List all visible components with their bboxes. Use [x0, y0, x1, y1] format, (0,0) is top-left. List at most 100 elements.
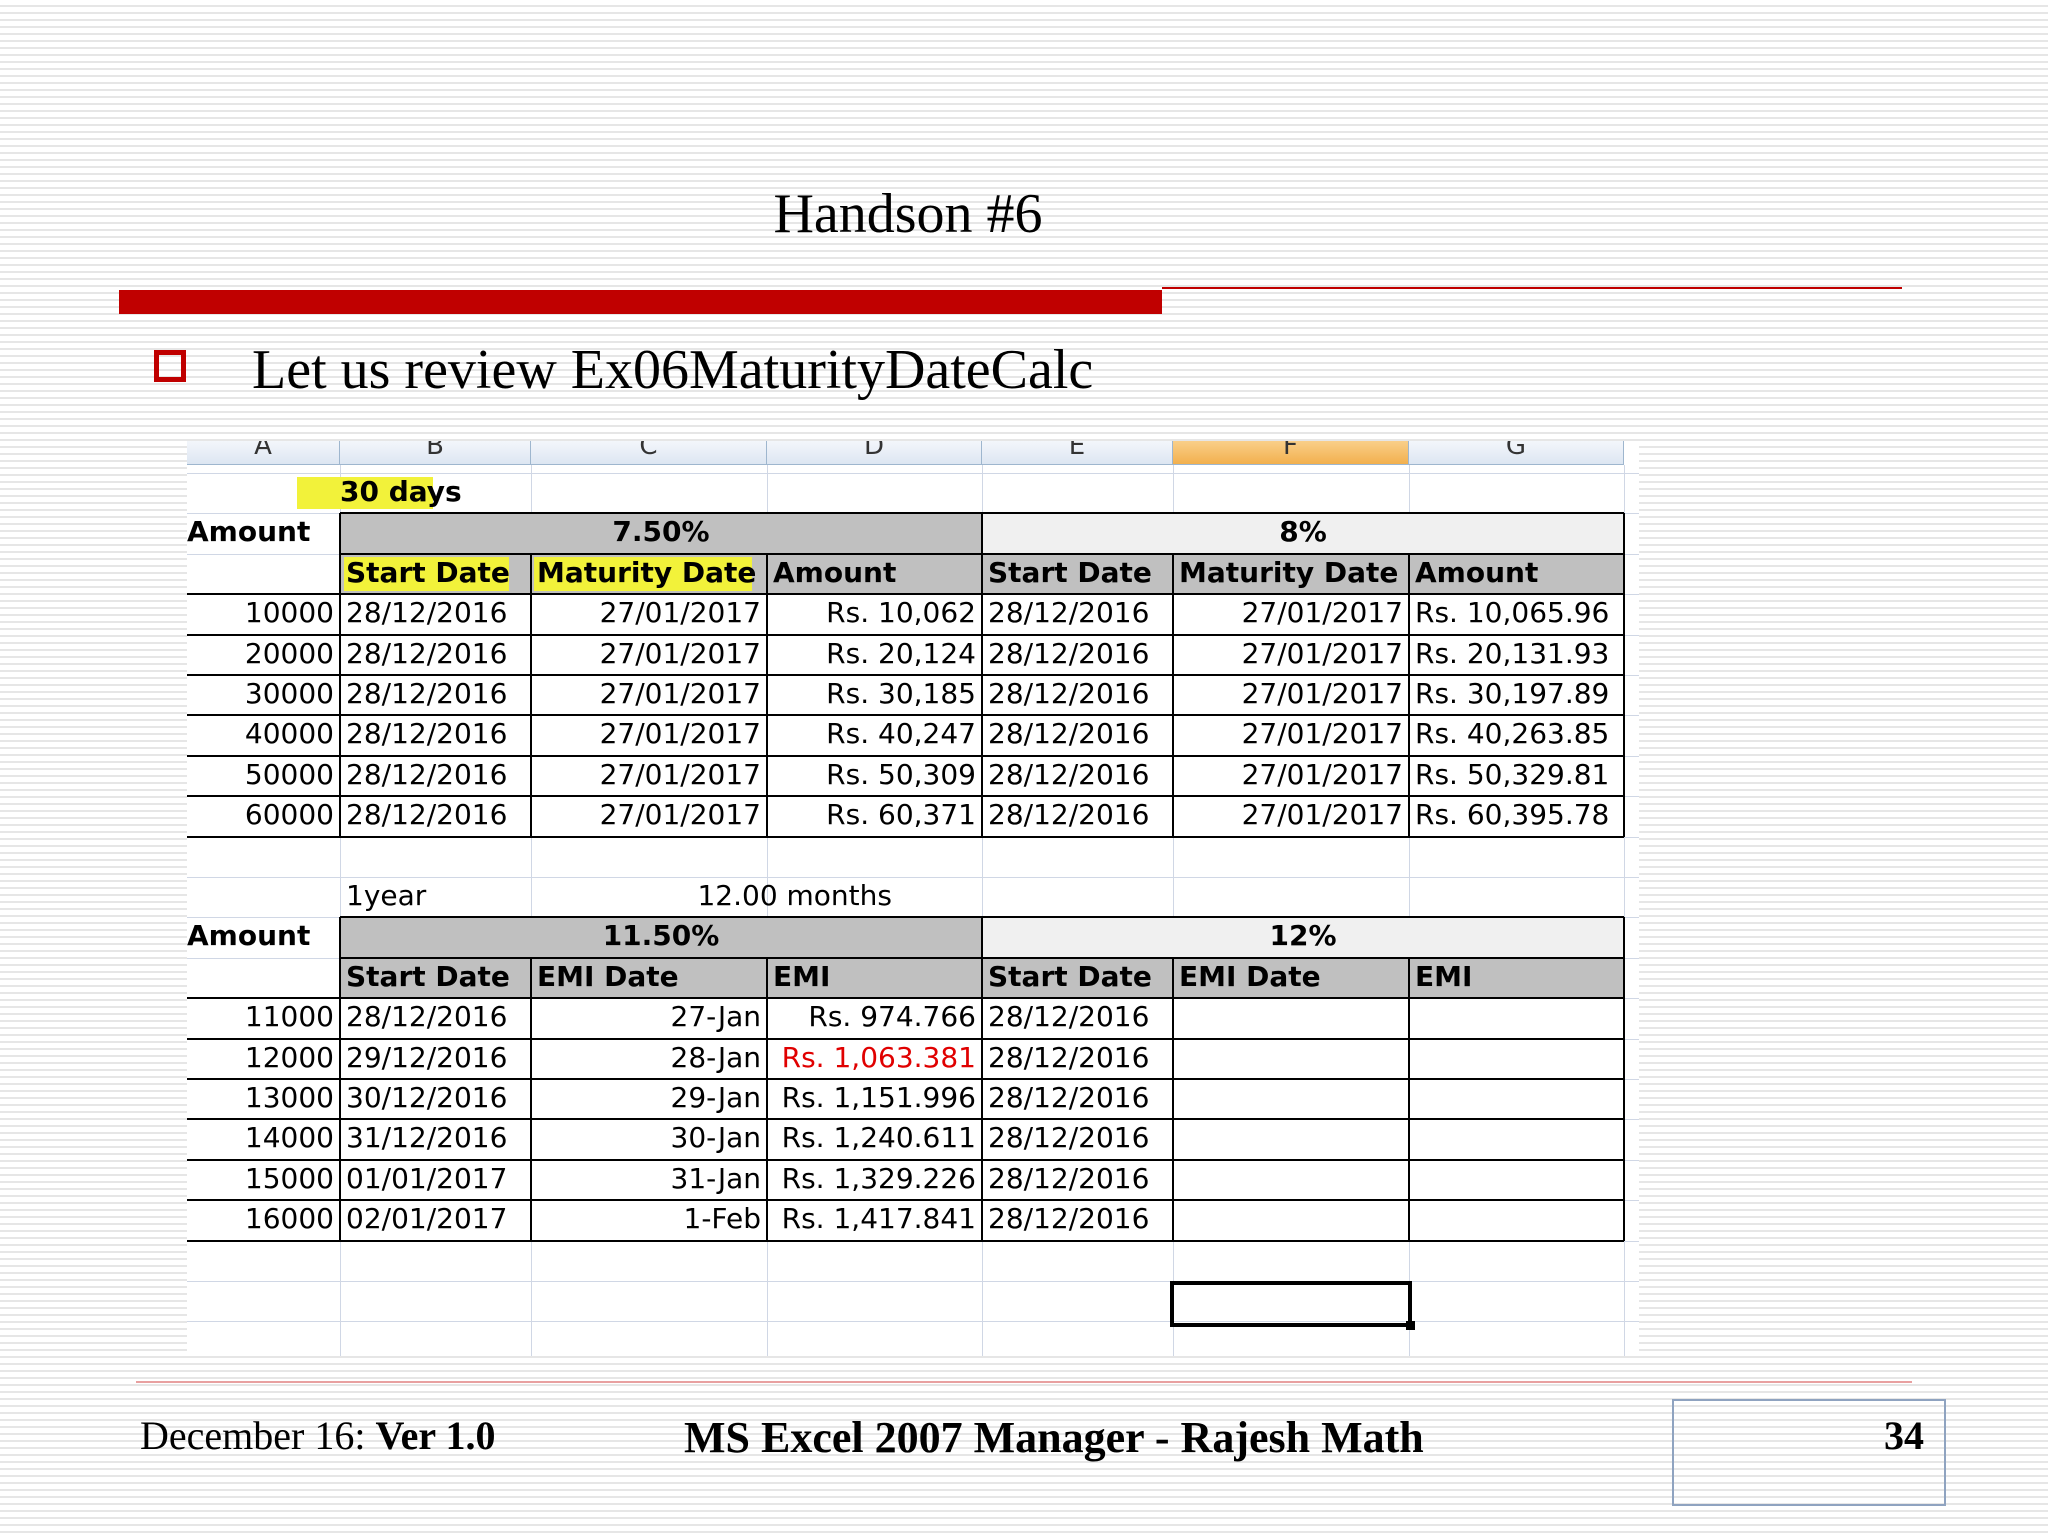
rate-header[interactable]: 8%: [982, 513, 1624, 553]
table-cell[interactable]: 15000: [187, 1160, 340, 1200]
table-cell[interactable]: 28/12/2016: [982, 1200, 1173, 1240]
table-cell[interactable]: 28/12/2016: [982, 675, 1173, 715]
table-cell[interactable]: 30000: [187, 675, 340, 715]
table-cell[interactable]: Rs. 20,131.93: [1409, 635, 1624, 675]
column-subheader[interactable]: Start Date: [340, 958, 531, 998]
table-cell[interactable]: 27/01/2017: [531, 675, 767, 715]
table-cell[interactable]: 28/12/2016: [982, 1039, 1173, 1079]
table-cell[interactable]: 30/12/2016: [340, 1079, 531, 1119]
table-cell[interactable]: 14000: [187, 1119, 340, 1159]
table-cell[interactable]: 27/01/2017: [531, 635, 767, 675]
table-cell[interactable]: 13000: [187, 1079, 340, 1119]
table-cell[interactable]: 11000: [187, 998, 340, 1038]
table-cell[interactable]: [1409, 1039, 1624, 1079]
rate-header[interactable]: 12%: [982, 917, 1624, 957]
table-cell[interactable]: 28/12/2016: [982, 1119, 1173, 1159]
table-cell[interactable]: 12000: [187, 1039, 340, 1079]
table-cell[interactable]: 1-Feb: [531, 1200, 767, 1240]
table-cell[interactable]: [1173, 998, 1409, 1038]
table-cell[interactable]: 28/12/2016: [982, 594, 1173, 634]
table-cell[interactable]: 27/01/2017: [1173, 675, 1409, 715]
table-cell[interactable]: 27/01/2017: [531, 796, 767, 836]
table-cell[interactable]: 28/12/2016: [982, 796, 1173, 836]
table-cell[interactable]: 27/01/2017: [1173, 796, 1409, 836]
fill-handle[interactable]: [1406, 1321, 1415, 1330]
table-cell[interactable]: Rs. 40,247: [767, 715, 982, 755]
table-cell[interactable]: 02/01/2017: [340, 1200, 531, 1240]
column-header-c[interactable]: C: [531, 441, 767, 465]
table-cell[interactable]: 01/01/2017: [340, 1160, 531, 1200]
table-cell[interactable]: 28/12/2016: [982, 715, 1173, 755]
table-cell[interactable]: 27/01/2017: [531, 594, 767, 634]
table-cell[interactable]: 27/01/2017: [1173, 715, 1409, 755]
column-subheader[interactable]: Start Date: [340, 554, 531, 594]
column-header-e[interactable]: E: [982, 441, 1173, 465]
table-cell[interactable]: Rs. 1,240.611: [767, 1119, 982, 1159]
table-cell[interactable]: [1173, 1200, 1409, 1240]
table-cell[interactable]: Rs. 974.766: [767, 998, 982, 1038]
table-cell[interactable]: 28/12/2016: [340, 635, 531, 675]
column-header-f[interactable]: F: [1173, 441, 1409, 465]
column-subheader[interactable]: EMI Date: [531, 958, 767, 998]
table-cell[interactable]: 10000: [187, 594, 340, 634]
table-cell[interactable]: 28/12/2016: [340, 756, 531, 796]
table-cell[interactable]: Rs. 60,395.78: [1409, 796, 1624, 836]
column-header-g[interactable]: G: [1409, 441, 1624, 465]
table-cell[interactable]: 50000: [187, 756, 340, 796]
table-cell[interactable]: 27/01/2017: [531, 715, 767, 755]
table-cell[interactable]: Rs. 1,063.381: [767, 1039, 982, 1079]
table-cell[interactable]: 28/12/2016: [982, 756, 1173, 796]
table-cell[interactable]: 27/01/2017: [531, 756, 767, 796]
table-cell[interactable]: Rs. 60,371: [767, 796, 982, 836]
table-cell[interactable]: 29/12/2016: [340, 1039, 531, 1079]
table-cell[interactable]: Rs. 20,124: [767, 635, 982, 675]
column-subheader[interactable]: Start Date: [982, 554, 1173, 594]
rate-header[interactable]: 11.50%: [340, 917, 982, 957]
column-subheader[interactable]: Maturity Date: [1173, 554, 1409, 594]
year-label[interactable]: 1year: [340, 877, 531, 917]
table-cell[interactable]: Rs. 30,185: [767, 675, 982, 715]
table-cell[interactable]: 28/12/2016: [982, 998, 1173, 1038]
table-cell[interactable]: [1173, 1079, 1409, 1119]
column-subheader[interactable]: Amount: [767, 554, 982, 594]
column-subheader[interactable]: Maturity Date: [531, 554, 767, 594]
table-cell[interactable]: Rs. 1,417.841: [767, 1200, 982, 1240]
table-cell[interactable]: [1409, 1079, 1624, 1119]
table-cell[interactable]: 40000: [187, 715, 340, 755]
column-subheader[interactable]: EMI: [767, 958, 982, 998]
table-cell[interactable]: 28/12/2016: [982, 1160, 1173, 1200]
amount-header[interactable]: Amount: [187, 917, 340, 957]
table-cell[interactable]: Rs. 1,151.996: [767, 1079, 982, 1119]
column-subheader[interactable]: EMI: [1409, 958, 1624, 998]
table-cell[interactable]: Rs. 40,263.85: [1409, 715, 1624, 755]
table-cell[interactable]: [1409, 1200, 1624, 1240]
table-cell[interactable]: 28/12/2016: [982, 635, 1173, 675]
table-cell[interactable]: 28-Jan: [531, 1039, 767, 1079]
table-cell[interactable]: 16000: [187, 1200, 340, 1240]
column-subheader[interactable]: Amount: [1409, 554, 1624, 594]
table-cell[interactable]: 27/01/2017: [1173, 594, 1409, 634]
table-cell[interactable]: 28/12/2016: [340, 715, 531, 755]
rate-header[interactable]: 7.50%: [340, 513, 982, 553]
column-header-d[interactable]: D: [767, 441, 982, 465]
table-cell[interactable]: [1409, 1160, 1624, 1200]
selected-cell[interactable]: [1170, 1281, 1412, 1327]
table-cell[interactable]: Rs. 50,329.81: [1409, 756, 1624, 796]
table-cell[interactable]: 31/12/2016: [340, 1119, 531, 1159]
table-cell[interactable]: 30-Jan: [531, 1119, 767, 1159]
table-cell[interactable]: 28/12/2016: [340, 594, 531, 634]
table-cell[interactable]: 60000: [187, 796, 340, 836]
table-cell[interactable]: 28/12/2016: [340, 998, 531, 1038]
table-cell[interactable]: Rs. 10,062: [767, 594, 982, 634]
table-cell[interactable]: 29-Jan: [531, 1079, 767, 1119]
column-header-b[interactable]: B: [340, 441, 531, 465]
months-label[interactable]: 12.00 months: [531, 877, 982, 917]
table-cell[interactable]: 28/12/2016: [340, 675, 531, 715]
table-cell[interactable]: [1409, 1119, 1624, 1159]
table-cell[interactable]: [1173, 1160, 1409, 1200]
table-cell[interactable]: Rs. 30,197.89: [1409, 675, 1624, 715]
period-label[interactable]: 30 days: [340, 473, 531, 513]
table-cell[interactable]: [1173, 1119, 1409, 1159]
table-cell[interactable]: Rs. 10,065.96: [1409, 594, 1624, 634]
column-subheader[interactable]: Start Date: [982, 958, 1173, 998]
